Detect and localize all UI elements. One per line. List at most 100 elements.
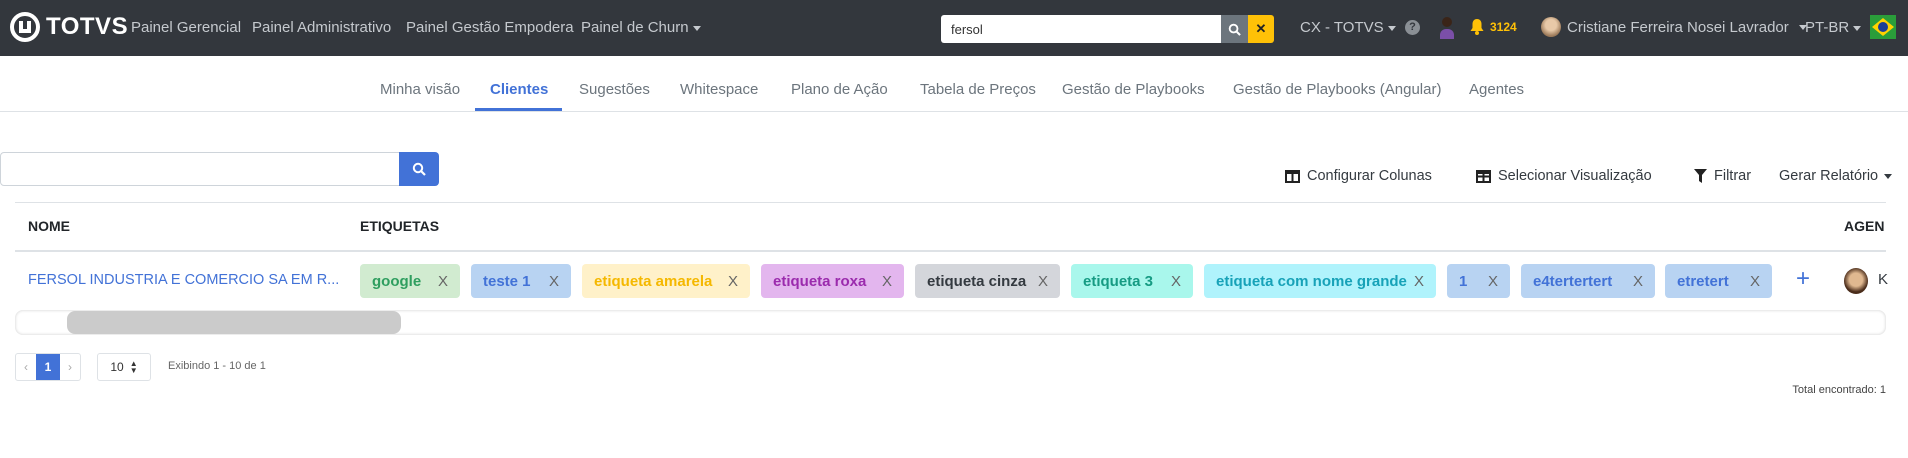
tab-minha-visao[interactable]: Minha visão xyxy=(380,81,460,98)
user-menu[interactable]: Cristiane Ferreira Nosei Lavrador xyxy=(1541,17,1807,37)
filter-icon xyxy=(1694,169,1707,183)
table-top-border xyxy=(15,202,1886,203)
tag-chip: teste 1 X xyxy=(471,264,571,298)
user-name: Cristiane Ferreira Nosei Lavrador xyxy=(1567,18,1789,36)
tag-chip: etretert X xyxy=(1665,264,1772,298)
nav-painel-gestao-empodera[interactable]: Painel Gestão Empodera xyxy=(406,19,574,36)
notifications-button[interactable]: 3124 xyxy=(1470,18,1517,35)
nav-painel-churn[interactable]: Painel de Churn xyxy=(581,19,701,36)
sort-arrows-icon: ▲ ▼ xyxy=(129,359,138,375)
generate-report-dropdown[interactable]: Gerar Relatório xyxy=(1779,168,1893,184)
tag-chip: etiqueta cinza X xyxy=(915,264,1060,298)
help-icon[interactable]: ? xyxy=(1405,20,1420,35)
tab-gestao-playbooks-angular[interactable]: Gestão de Playbooks (Angular) xyxy=(1233,81,1441,98)
select-view-label: Selecionar Visualização xyxy=(1498,168,1652,184)
nav-painel-administrativo[interactable]: Painel Administrativo xyxy=(252,19,391,36)
tag-label: etiqueta amarela xyxy=(594,272,713,290)
tab-agentes[interactable]: Agentes xyxy=(1469,81,1524,98)
client-search-button[interactable] xyxy=(399,152,439,186)
clear-search-button[interactable]: ✕ xyxy=(1248,15,1274,43)
remove-tag-icon[interactable]: X xyxy=(1633,273,1643,290)
tab-plano-de-acao[interactable]: Plano de Ação xyxy=(791,81,888,98)
language-label: PT-BR xyxy=(1805,19,1850,36)
tag-chip: google X xyxy=(360,264,460,298)
prev-page-button[interactable]: ‹ xyxy=(16,354,36,380)
agent-avatar[interactable] xyxy=(1844,268,1868,294)
tag-chip: etiqueta 3 X xyxy=(1071,264,1193,298)
tab-gestao-playbooks[interactable]: Gestão de Playbooks xyxy=(1062,81,1205,98)
tag-label: e4tertertert xyxy=(1533,272,1613,290)
agent-avatar-icon[interactable] xyxy=(1440,17,1454,39)
remove-tag-icon[interactable]: X xyxy=(1414,273,1424,290)
tag-label: teste 1 xyxy=(483,272,531,290)
search-icon xyxy=(412,162,426,176)
tag-label: etretert xyxy=(1677,272,1729,290)
tab-tabela-de-precos[interactable]: Tabela de Preços xyxy=(920,81,1036,98)
filter-button[interactable]: Filtrar xyxy=(1694,168,1751,184)
generate-report-label: Gerar Relatório xyxy=(1779,168,1879,184)
total-found-text: Total encontrado: 1 xyxy=(1792,384,1886,396)
tag-label: etiqueta roxa xyxy=(773,272,867,290)
remove-tag-icon[interactable]: X xyxy=(1038,273,1048,290)
tag-chip: etiqueta com nome grande X xyxy=(1204,264,1436,298)
tag-chip: 1X xyxy=(1447,264,1510,298)
remove-tag-icon[interactable]: X xyxy=(728,273,738,290)
page-1-button[interactable]: 1 xyxy=(36,354,60,380)
remove-tag-icon[interactable]: X xyxy=(549,273,559,290)
tab-sugestoes[interactable]: Sugestões xyxy=(579,81,650,98)
add-tag-button[interactable]: + xyxy=(1796,265,1810,293)
table-icon xyxy=(1476,169,1491,183)
remove-tag-icon[interactable]: X xyxy=(1488,273,1498,290)
remove-tag-icon[interactable]: X xyxy=(438,273,448,290)
configure-columns-label: Configurar Colunas xyxy=(1307,168,1432,184)
search-icon xyxy=(1228,23,1241,36)
page-size-value: 10 xyxy=(110,360,124,374)
nav-painel-gerencial[interactable]: Painel Gerencial xyxy=(131,19,241,36)
brand-logo[interactable]: TOTVS xyxy=(10,12,128,42)
agent-initial: K xyxy=(1878,271,1889,288)
global-search-input[interactable] xyxy=(941,15,1221,43)
next-page-button[interactable]: › xyxy=(60,354,80,380)
page-size-select[interactable]: 10 ▲ ▼ xyxy=(97,353,151,381)
pagination: ‹ 1 › xyxy=(15,353,81,381)
tab-bar-divider xyxy=(0,111,1908,112)
remove-tag-icon[interactable]: X xyxy=(882,273,892,290)
top-navbar: TOTVS Painel Gerencial Painel Administra… xyxy=(0,0,1908,56)
scrollbar-thumb[interactable] xyxy=(67,311,401,334)
table-header-border xyxy=(15,250,1886,252)
column-header-nome[interactable]: NOME xyxy=(28,218,70,234)
filter-label: Filtrar xyxy=(1714,168,1752,184)
brand-name: TOTVS xyxy=(46,13,129,40)
caret-down-icon xyxy=(692,25,701,31)
company-label: CX - TOTVS xyxy=(1300,19,1384,36)
columns-icon xyxy=(1285,169,1300,183)
tag-label: google xyxy=(372,272,422,290)
select-view-button[interactable]: Selecionar Visualização xyxy=(1476,168,1652,184)
remove-tag-icon[interactable]: X xyxy=(1171,273,1181,290)
nav-painel-churn-label: Painel de Churn xyxy=(581,19,689,36)
global-search-button[interactable] xyxy=(1221,15,1248,43)
tab-whitespace[interactable]: Whitespace xyxy=(680,81,758,98)
notification-count: 3124 xyxy=(1490,19,1517,34)
client-name-link[interactable]: FERSOL INDUSTRIA E COMERCIO SA EM R... xyxy=(28,272,339,288)
caret-down-icon xyxy=(1884,173,1893,179)
configure-columns-button[interactable]: Configurar Colunas xyxy=(1285,168,1432,184)
caret-down-icon xyxy=(1387,25,1396,31)
company-dropdown[interactable]: CX - TOTVS xyxy=(1300,19,1396,36)
column-header-agente[interactable]: AGEN xyxy=(1844,218,1884,234)
tag-label: etiqueta com nome grande xyxy=(1216,272,1407,290)
column-header-etiquetas[interactable]: ETIQUETAS xyxy=(360,218,439,234)
language-dropdown[interactable]: PT-BR xyxy=(1805,19,1862,36)
tag-chip: etiqueta amarela X xyxy=(582,264,750,298)
horizontal-scrollbar[interactable] xyxy=(15,310,1886,335)
brazil-flag-icon[interactable] xyxy=(1870,15,1896,39)
tag-label: 1 xyxy=(1459,272,1468,290)
tab-clientes[interactable]: Clientes xyxy=(490,81,548,98)
showing-range-text: Exibindo 1 - 10 de 1 xyxy=(168,360,266,372)
client-search-input[interactable] xyxy=(0,152,400,186)
user-avatar xyxy=(1541,17,1561,37)
remove-tag-icon[interactable]: X xyxy=(1750,273,1760,290)
totvs-logo-icon xyxy=(10,12,40,42)
tag-chip: e4tertertert X xyxy=(1521,264,1655,298)
tag-label: etiqueta cinza xyxy=(927,272,1027,290)
